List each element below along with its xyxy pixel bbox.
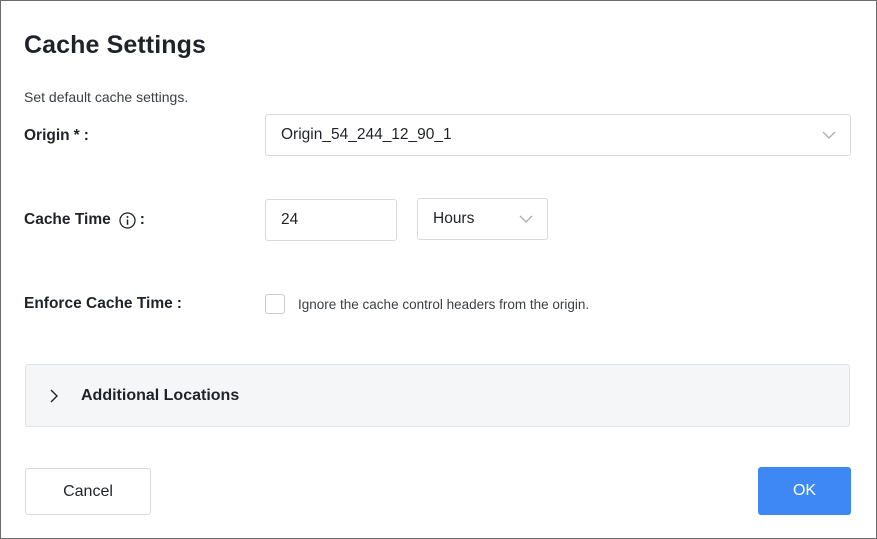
additional-locations-title: Additional Locations xyxy=(81,386,240,404)
enforce-label-colon: : xyxy=(176,295,182,312)
ok-button[interactable]: OK xyxy=(758,467,851,515)
dialog-title: Cache Settings xyxy=(24,31,207,59)
chevron-down-icon xyxy=(822,131,836,139)
cancel-button[interactable]: Cancel xyxy=(25,468,151,515)
cache-settings-dialog: Cache Settings Set default cache setting… xyxy=(0,0,877,539)
cache-time-unit-select[interactable]: Hours xyxy=(417,198,548,240)
enforce-label-text: Enforce Cache Time xyxy=(24,295,173,312)
additional-locations-panel[interactable]: Additional Locations xyxy=(25,364,850,427)
dialog-subtitle: Set default cache settings. xyxy=(24,89,189,105)
ignore-cache-headers-checkbox[interactable] xyxy=(265,294,285,314)
ignore-cache-headers-label[interactable]: Ignore the cache control headers from th… xyxy=(298,297,589,312)
cache-time-unit-value: Hours xyxy=(433,210,475,227)
origin-label-text: Origin xyxy=(24,127,70,144)
chevron-right-icon xyxy=(50,389,58,402)
origin-select-value: Origin_54_244_12_90_1 xyxy=(281,126,452,143)
chevron-down-icon xyxy=(519,215,533,223)
cache-time-label-text: Cache Time xyxy=(24,211,111,228)
enforce-cache-time-label: Enforce Cache Time : xyxy=(24,295,182,313)
origin-label: Origin * : xyxy=(24,127,89,145)
cache-time-label: Cache Time : xyxy=(24,211,145,229)
cache-time-input[interactable] xyxy=(265,199,397,241)
required-mark: * xyxy=(73,127,80,144)
origin-select[interactable]: Origin_54_244_12_90_1 xyxy=(265,114,851,156)
cache-time-label-colon: : xyxy=(139,211,145,228)
origin-label-colon: : xyxy=(83,127,89,144)
info-circle-icon[interactable] xyxy=(119,211,136,229)
